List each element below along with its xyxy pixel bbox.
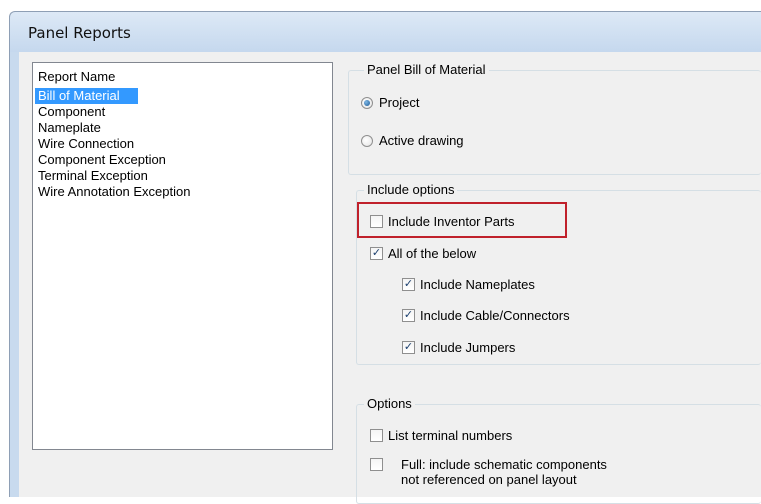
options-group bbox=[356, 404, 761, 504]
include-inventor-parts-checkbox[interactable] bbox=[370, 215, 383, 228]
include-cable-connectors-label: Include Cable/Connectors bbox=[420, 308, 570, 323]
all-of-below-checkbox[interactable]: ✓ bbox=[370, 247, 383, 260]
report-item-component[interactable]: Component bbox=[35, 104, 330, 120]
report-name-header: Report Name bbox=[38, 69, 116, 84]
include-nameplates-option[interactable]: ✓ Include Nameplates bbox=[402, 277, 535, 292]
list-terminal-numbers-checkbox[interactable] bbox=[370, 429, 383, 442]
active-drawing-radio-label: Active drawing bbox=[379, 133, 464, 148]
project-radio-option[interactable]: Project bbox=[361, 95, 419, 110]
all-of-below-label: All of the below bbox=[388, 246, 477, 261]
report-item-wire-annotation-exception[interactable]: Wire Annotation Exception bbox=[35, 184, 330, 200]
list-terminal-numbers-option[interactable]: List terminal numbers bbox=[370, 428, 512, 443]
full-include-label: Full: include schematic components not r… bbox=[401, 457, 607, 487]
include-jumpers-option[interactable]: ✓ Include Jumpers bbox=[402, 340, 515, 355]
report-name-listbox[interactable]: Report Name Bill of Material Component N… bbox=[32, 62, 333, 450]
panel-bom-group-label: Panel Bill of Material bbox=[364, 62, 489, 77]
include-cable-connectors-option[interactable]: ✓ Include Cable/Connectors bbox=[402, 308, 570, 323]
include-inventor-parts-label: Include Inventor Parts bbox=[388, 214, 515, 229]
report-item-bill-of-material[interactable]: Bill of Material bbox=[35, 88, 138, 104]
include-nameplates-checkbox[interactable]: ✓ bbox=[402, 278, 415, 291]
report-item-component-exception[interactable]: Component Exception bbox=[35, 152, 330, 168]
options-group-label: Options bbox=[364, 396, 415, 411]
list-terminal-numbers-label: List terminal numbers bbox=[388, 428, 513, 443]
include-cable-connectors-checkbox[interactable]: ✓ bbox=[402, 309, 415, 322]
include-nameplates-label: Include Nameplates bbox=[420, 277, 535, 292]
panel-bom-group bbox=[348, 70, 761, 175]
full-include-checkbox[interactable] bbox=[370, 458, 383, 471]
window-title: Panel Reports bbox=[28, 24, 131, 42]
project-radio-label: Project bbox=[379, 95, 420, 110]
active-drawing-radio[interactable] bbox=[361, 134, 373, 147]
report-item-wire-connection[interactable]: Wire Connection bbox=[35, 136, 330, 152]
include-jumpers-label: Include Jumpers bbox=[420, 340, 516, 355]
report-item-nameplate[interactable]: Nameplate bbox=[35, 120, 330, 136]
active-drawing-radio-option[interactable]: Active drawing bbox=[361, 133, 464, 148]
title-bar: Panel Reports bbox=[9, 11, 761, 52]
include-options-group-label: Include options bbox=[364, 182, 458, 197]
report-item-terminal-exception[interactable]: Terminal Exception bbox=[35, 168, 330, 184]
full-include-option[interactable]: Full: include schematic components not r… bbox=[370, 457, 607, 487]
include-jumpers-checkbox[interactable]: ✓ bbox=[402, 341, 415, 354]
include-inventor-parts-option[interactable]: Include Inventor Parts bbox=[370, 214, 514, 229]
project-radio[interactable] bbox=[361, 96, 373, 109]
all-of-below-option[interactable]: ✓ All of the below bbox=[370, 246, 476, 261]
